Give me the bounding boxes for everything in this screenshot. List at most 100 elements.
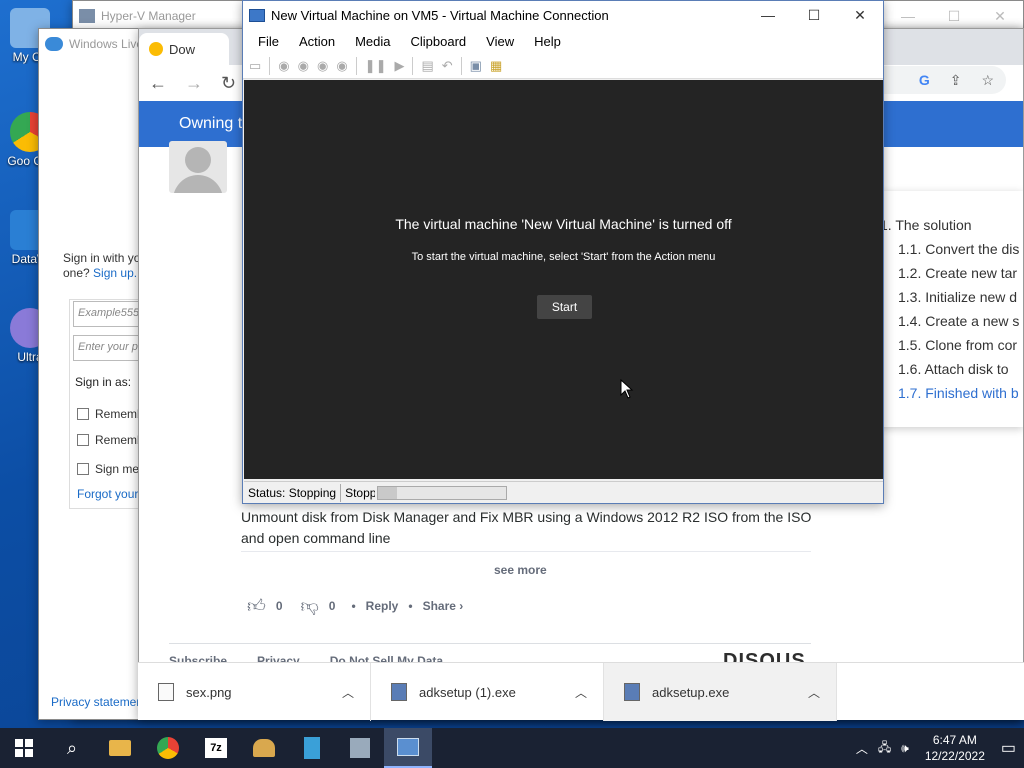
status-label: Status: Stopping: [244, 483, 342, 502]
see-more-link[interactable]: see more: [494, 563, 547, 577]
checkbox-label: Rememb: [95, 433, 139, 447]
reload-icon[interactable]: ↻: [221, 73, 236, 94]
vm-status-bar: Status: Stopping Stopp: [244, 481, 883, 503]
toc-item[interactable]: 1.5. Clone from cor: [880, 333, 1023, 357]
chrome-taskbar-icon[interactable]: [144, 728, 192, 768]
chevron-up-icon[interactable]: ︿: [856, 740, 868, 757]
vm-connection-taskbar-icon[interactable]: [384, 728, 432, 768]
google-icon[interactable]: G: [919, 72, 930, 88]
comment-text: Unmount disk from Disk Manager and Fix M…: [241, 509, 812, 546]
upvote-count: 0: [275, 599, 283, 613]
password-field[interactable]: Enter your p: [73, 335, 139, 361]
notifications-icon[interactable]: ▭: [1001, 738, 1016, 758]
start-menu-button[interactable]: [0, 728, 48, 768]
turn-off-icon[interactable]: ◉: [298, 58, 309, 74]
download-item[interactable]: sex.png ︿: [138, 663, 371, 721]
star-icon[interactable]: ☆: [981, 72, 994, 89]
menu-help[interactable]: Help: [534, 34, 561, 49]
dot-separator: •: [351, 599, 356, 613]
toc-item[interactable]: 1.3. Initialize new d: [880, 285, 1023, 309]
toc-item[interactable]: 1.1. Convert the dis: [880, 237, 1023, 261]
toc-item[interactable]: 1.2. Create new tar: [880, 261, 1023, 285]
forward-arrow-icon[interactable]: →: [185, 73, 203, 94]
forgot-password-link[interactable]: Forgot your: [77, 487, 139, 501]
minimize-button[interactable]: —: [745, 1, 791, 30]
chrome-tab-favicon: [149, 42, 163, 56]
maximize-button[interactable]: ☐: [791, 1, 837, 30]
close-button[interactable]: ✕: [977, 1, 1023, 31]
checkpoint-icon[interactable]: ▤: [421, 58, 433, 74]
7zip-icon[interactable]: 7z: [192, 728, 240, 768]
disqus-footer-divider: [169, 643, 811, 644]
menu-view[interactable]: View: [486, 34, 514, 49]
toc-item[interactable]: 1. The solution: [880, 213, 1023, 237]
vm-off-heading: The virtual machine 'New Virtual Machine…: [395, 216, 732, 232]
email-field[interactable]: Example555: [73, 301, 139, 327]
chevron-up-icon[interactable]: ︿: [575, 684, 587, 701]
clock[interactable]: 6:47 AM 12/22/2022: [919, 732, 991, 764]
clock-time: 6:47 AM: [932, 733, 977, 747]
chevron-up-icon[interactable]: ︿: [342, 684, 354, 701]
privacy-link[interactable]: Privacy statemen: [51, 695, 139, 709]
installer-icon: [624, 683, 640, 701]
search-icon[interactable]: ⌕: [48, 728, 96, 768]
file-icon: [158, 683, 174, 701]
close-button[interactable]: ✕: [837, 1, 883, 30]
sign-up-link[interactable]: Sign up.: [93, 266, 137, 280]
minimize-button[interactable]: —: [885, 1, 931, 31]
volume-icon[interactable]: 🕪︎: [901, 741, 909, 756]
toc-item[interactable]: 1.4. Create a new s: [880, 309, 1023, 333]
resume-icon[interactable]: ▶: [394, 58, 404, 74]
server-manager-icon[interactable]: [336, 728, 384, 768]
back-arrow-icon[interactable]: ←: [149, 73, 167, 94]
start-icon[interactable]: ◉: [278, 58, 289, 74]
thumbs-down-icon[interactable]: 👎︎: [301, 595, 319, 617]
clock-date: 12/22/2022: [924, 749, 985, 763]
vm-toolbar: ▭ ◉ ◉ ◉ ◉ ❚❚ ▶ ▤ ↶ ▣ ▦: [243, 53, 883, 79]
system-tray: ︿ 🖧︎ 🕪︎ 6:47 AM 12/22/2022 ▭: [856, 728, 1024, 768]
remember-checkbox-1[interactable]: Rememb: [77, 407, 139, 421]
shutdown-icon[interactable]: ◉: [317, 58, 328, 74]
download-item[interactable]: adksetup (1).exe ︿: [371, 663, 604, 721]
toc-item-active[interactable]: 1.7. Finished with b: [880, 381, 1023, 405]
vm-screen[interactable]: The virtual machine 'New Virtual Machine…: [244, 80, 883, 479]
signin-form-box: [69, 299, 149, 509]
pause-icon[interactable]: ❚❚: [365, 58, 387, 74]
vm-connection-window[interactable]: New Virtual Machine on VM5 - Virtual Mac…: [242, 0, 884, 504]
start-button[interactable]: Start: [537, 295, 592, 319]
chrome-tab[interactable]: Dow: [139, 33, 229, 65]
toc-item[interactable]: 1.6. Attach disk to: [880, 357, 1023, 381]
sign-me-checkbox[interactable]: Sign me: [77, 462, 139, 476]
menu-file[interactable]: File: [258, 34, 279, 49]
checkbox-icon: [77, 463, 89, 475]
vm-off-subtext: To start the virtual machine, select 'St…: [411, 251, 716, 263]
thumbs-up-icon[interactable]: 👍︎: [247, 595, 266, 617]
divider: [241, 551, 811, 552]
menu-clipboard[interactable]: Clipboard: [411, 34, 467, 49]
dot-separator: •: [408, 599, 413, 613]
network-icon[interactable]: 🖧︎: [878, 738, 891, 759]
download-filename: adksetup.exe: [652, 684, 730, 700]
hyperv-app-icon: [79, 9, 95, 23]
download-item[interactable]: adksetup.exe ︿: [604, 663, 837, 721]
menu-media[interactable]: Media: [355, 34, 390, 49]
reply-link[interactable]: Reply: [366, 599, 399, 613]
revert-icon[interactable]: ↶: [442, 58, 453, 74]
ctrl-alt-del-icon[interactable]: ▭: [249, 58, 261, 74]
share-icon[interactable]: ⇪: [950, 72, 962, 89]
vm-titlebar[interactable]: New Virtual Machine on VM5 - Virtual Mac…: [243, 1, 883, 29]
server-icon[interactable]: [288, 728, 336, 768]
share-link[interactable]: Share ›: [423, 599, 464, 613]
checkbox-label: Sign me: [95, 462, 139, 476]
save-icon[interactable]: ◉: [336, 58, 347, 74]
checkbox-icon: [77, 434, 89, 446]
menu-action[interactable]: Action: [299, 34, 335, 49]
remember-checkbox-2[interactable]: Rememb: [77, 433, 139, 447]
users-icon[interactable]: [240, 728, 288, 768]
downloads-bar: sex.png ︿ adksetup (1).exe ︿ adksetup.ex…: [138, 662, 1024, 721]
maximize-button[interactable]: ☐: [931, 1, 977, 31]
share-icon[interactable]: ▦: [490, 58, 502, 74]
enhanced-session-icon[interactable]: ▣: [470, 58, 482, 74]
chevron-up-icon[interactable]: ︿: [808, 684, 820, 701]
file-explorer-icon[interactable]: [96, 728, 144, 768]
